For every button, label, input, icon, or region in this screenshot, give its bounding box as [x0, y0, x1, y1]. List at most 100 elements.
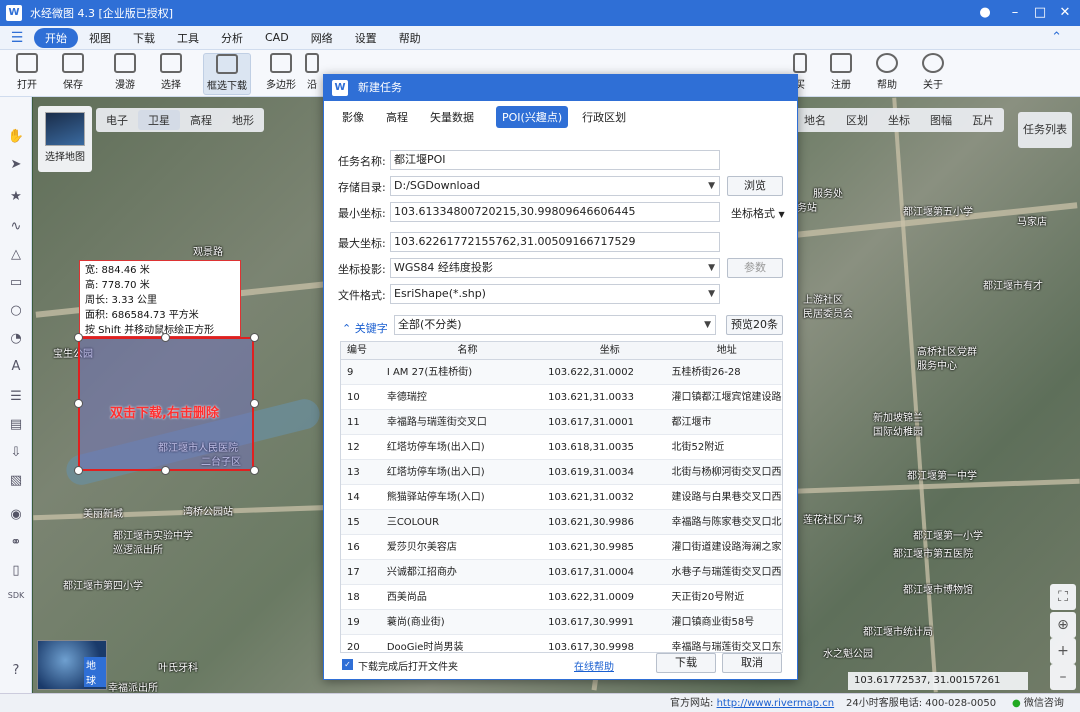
official-site-link[interactable]: http://www.rivermap.cn — [717, 698, 835, 709]
zoom-out-icon[interactable]: – — [1050, 664, 1076, 690]
help-circle-icon[interactable]: ? — [6, 663, 26, 681]
menu-help[interactable]: 帮助 — [388, 30, 432, 46]
task-name-input[interactable]: 都江堰POI — [390, 150, 720, 170]
file-format-select[interactable]: EsriShape(*.shp) ▼ — [390, 284, 720, 304]
wechat-consult[interactable]: ● 微信咨询 — [1012, 694, 1064, 712]
tab-place-name[interactable]: 地名 — [794, 110, 836, 130]
menu-download[interactable]: 下载 — [122, 30, 166, 46]
overview-globe[interactable]: 地球 — [37, 640, 107, 690]
menu-view[interactable]: 视图 — [78, 30, 122, 46]
select-button[interactable]: 选择 — [148, 53, 194, 91]
table-row[interactable]: 20 DooGie时尚男装 103.617,30.9998 幸福路与瑞莲街交叉口东 — [341, 635, 782, 652]
cursor-icon[interactable]: ➤ — [6, 157, 26, 175]
table-row[interactable]: 19 蓑尚(商业街) 103.617,30.9991 灌口镇商业街58号 — [341, 610, 782, 635]
user-icon[interactable]: ● — [970, 0, 1000, 26]
tab-admin-division[interactable]: 行政区划 — [582, 109, 626, 125]
save-dir-select[interactable]: D:/SGDownload ▼ — [390, 176, 720, 196]
task-list-button[interactable]: 任务列表 — [1018, 112, 1072, 148]
online-help-link[interactable]: 在线帮助 — [574, 658, 614, 673]
circle-icon[interactable]: ○ — [6, 303, 26, 321]
hamburger-menu-icon[interactable]: ☰ — [0, 30, 34, 46]
open-button[interactable]: 打开 — [4, 53, 50, 91]
zoom-in-icon[interactable]: + — [1050, 638, 1076, 664]
menu-tools[interactable]: 工具 — [166, 30, 210, 46]
table-row[interactable]: 14 熊猫驿站停车场(入口) 103.621,31.0032 建设路与白果巷交叉口西北 — [341, 485, 782, 510]
polyline-icon[interactable]: ∿ — [6, 219, 26, 237]
map-tab-terrain[interactable]: 地形 — [222, 110, 264, 130]
rectangle-icon[interactable]: ▭ — [6, 275, 26, 293]
pan-button[interactable]: 漫游 — [102, 53, 148, 91]
tab-vector[interactable]: 矢量数据 — [430, 109, 474, 125]
download-icon[interactable]: ⇩ — [6, 445, 26, 463]
resize-handle[interactable] — [161, 466, 170, 475]
tab-coordinate[interactable]: 坐标 — [878, 110, 920, 130]
tab-poi[interactable]: POI(兴趣点) — [496, 106, 569, 128]
params-button[interactable]: 参数 — [727, 258, 783, 278]
menu-analysis[interactable]: 分析 — [210, 30, 254, 46]
download-button[interactable]: 下载 — [656, 653, 716, 673]
resize-handle[interactable] — [250, 466, 259, 475]
map-tab-electronic[interactable]: 电子 — [96, 110, 138, 130]
menu-start[interactable]: 开始 — [34, 27, 78, 48]
keyword-select[interactable]: 全部(不分类) ▼ — [394, 315, 716, 335]
map-tab-elevation[interactable]: 高程 — [180, 110, 222, 130]
globe-icon[interactable]: ◉ — [6, 507, 26, 525]
collapse-ribbon-icon[interactable]: ⌃ — [1051, 30, 1062, 45]
poi-preview-table[interactable]: 编号 名称 坐标 地址 9I AM 27(五桂桥街) 103.622,31.000… — [340, 341, 783, 653]
locate-icon[interactable]: ⊕ — [1050, 612, 1076, 638]
projection-select[interactable]: WGS84 经纬度投影 ▼ — [390, 258, 720, 278]
max-coord-input[interactable]: 103.62261772155762,31.00509166717529 — [390, 232, 720, 252]
resize-handle[interactable] — [74, 466, 83, 475]
sdk-icon[interactable]: SDK — [6, 591, 26, 609]
along-button[interactable]: 沿 — [302, 53, 322, 91]
area-icon[interactable]: △ — [6, 247, 26, 265]
resize-handle[interactable] — [74, 399, 83, 408]
table-row[interactable]: 10 幸德瑞控 103.621,31.0033 灌口镇都江堰宾馆建设路2 — [341, 385, 782, 410]
tab-imagery[interactable]: 影像 — [342, 109, 364, 125]
min-coord-input[interactable]: 103.61334800720215,30.99809646606445 — [390, 202, 720, 222]
device-icon[interactable]: ▯ — [6, 563, 26, 581]
table-row[interactable]: 11 幸福路与瑞莲街交叉口 103.617,31.0001 都江堰市 — [341, 410, 782, 435]
polygon-button[interactable]: 多边形 — [258, 53, 304, 91]
tab-tile[interactable]: 瓦片 — [962, 110, 1004, 130]
layer-switch-button[interactable]: 选择地图 — [38, 106, 92, 172]
register-button[interactable]: 注册 — [818, 53, 864, 91]
table-row[interactable]: 12 红塔坊停车场(出入口) 103.618,31.0035 北街52附近 — [341, 435, 782, 460]
coord-format-dropdown[interactable]: 坐标格式 ▼ — [731, 205, 785, 221]
table-row[interactable]: 17 兴诚都江招商办 103.617,31.0004 水巷子与瑞莲街交叉口西南 — [341, 560, 782, 585]
menu-cad[interactable]: CAD — [254, 31, 300, 44]
table-row[interactable]: 18 西美尚品 103.622,31.0009 天正街20号附近 — [341, 585, 782, 610]
resize-handle[interactable] — [250, 333, 259, 342]
help-button[interactable]: 帮助 — [864, 53, 910, 91]
map-tab-satellite[interactable]: 卫星 — [138, 110, 180, 130]
resize-handle[interactable] — [250, 399, 259, 408]
resize-handle[interactable] — [74, 333, 83, 342]
table-row[interactable]: 16 爱莎贝尔美容店 103.621,30.9985 灌口街道建设路海澜之家 — [341, 535, 782, 560]
tab-region[interactable]: 区划 — [836, 110, 878, 130]
tab-sheet[interactable]: 图幅 — [920, 110, 962, 130]
save-button[interactable]: 保存 — [50, 53, 96, 91]
open-folder-checkbox[interactable]: ✓ — [342, 659, 353, 670]
table-row[interactable]: 15 三COLOUR 103.621,30.9986 幸福路与陈家巷交叉口北5 — [341, 510, 782, 535]
text-icon[interactable]: A — [6, 359, 26, 377]
sector-icon[interactable]: ◔ — [6, 331, 26, 349]
link-icon[interactable]: ⚭ — [6, 535, 26, 553]
preview-button[interactable]: 预览20条 — [726, 315, 783, 335]
export-icon[interactable]: ▧ — [6, 473, 26, 491]
close-button[interactable]: ✕ — [1050, 0, 1080, 26]
fullscreen-icon[interactable]: ⛶ — [1050, 584, 1076, 610]
about-button[interactable]: 关于 — [910, 53, 956, 91]
tab-elevation[interactable]: 高程 — [386, 109, 408, 125]
keyword-toggle[interactable]: ⌃ 关键字 — [342, 320, 388, 336]
rect-download-button[interactable]: 框选下载 — [203, 53, 251, 95]
layer-icon[interactable]: ☰ — [6, 389, 26, 407]
menu-network[interactable]: 网络 — [300, 30, 344, 46]
resize-handle[interactable] — [161, 333, 170, 342]
table-row[interactable]: 9I AM 27(五桂桥街) 103.622,31.0002 五桂桥街26-28 — [341, 360, 782, 385]
table-row[interactable]: 13 红塔坊停车场(出入口) 103.619,31.0034 北街与杨柳河街交叉口西5 — [341, 460, 782, 485]
browse-button[interactable]: 浏览 — [727, 176, 783, 196]
print-icon[interactable]: ▤ — [6, 417, 26, 435]
point-icon[interactable]: ★ — [6, 189, 26, 207]
hand-icon[interactable]: ✋ — [6, 129, 26, 147]
menu-settings[interactable]: 设置 — [344, 30, 388, 46]
